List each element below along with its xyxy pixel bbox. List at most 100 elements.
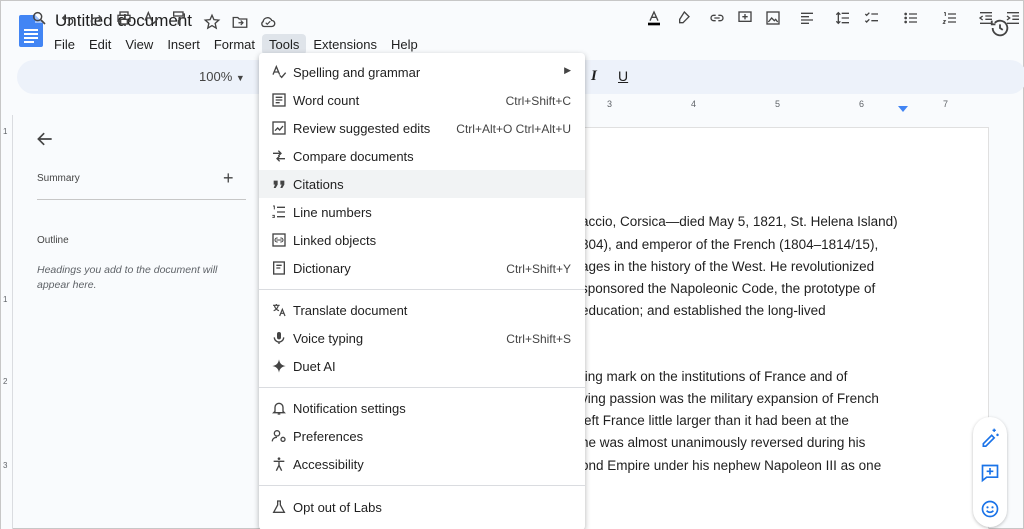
star-icon[interactable] xyxy=(203,13,221,31)
ruler-mark: 6 xyxy=(859,99,865,109)
menu-item-label: Voice typing xyxy=(293,331,364,346)
accessibility-icon xyxy=(271,456,287,472)
menu-item-preferences[interactable]: Preferences xyxy=(259,422,585,450)
menu-item-opt-out-labs[interactable]: Opt out of Labs xyxy=(259,493,585,521)
quote-icon xyxy=(271,176,287,192)
back-arrow-icon[interactable] xyxy=(35,129,55,149)
menu-item-word-count[interactable]: Word count Ctrl+Shift+C xyxy=(259,86,585,114)
document-line: he was almost unanimously reversed durin… xyxy=(581,435,866,450)
add-summary-button[interactable]: + xyxy=(223,169,234,187)
bulleted-list-icon[interactable] xyxy=(903,10,919,26)
ruler-mark: 5 xyxy=(775,99,781,109)
cloud-saved-icon[interactable] xyxy=(259,13,277,31)
menu-item-compare-documents[interactable]: Compare documents xyxy=(259,142,585,170)
menu-help[interactable]: Help xyxy=(384,34,425,55)
menu-item-dictionary[interactable]: Dictionary Ctrl+Shift+Y xyxy=(259,254,585,282)
paint-format-icon[interactable] xyxy=(171,10,187,26)
ruler-mark: 7 xyxy=(943,99,949,109)
add-comment-side-icon[interactable] xyxy=(980,463,1000,483)
spellcheck-toolbar-icon[interactable] xyxy=(143,10,159,26)
document-line: ond Empire under his nephew Napoleon III… xyxy=(581,458,882,473)
zoom-value: 100% xyxy=(199,69,233,84)
chevron-down-icon: ▼ xyxy=(235,73,245,83)
compare-icon xyxy=(271,148,287,164)
outline-heading: Outline xyxy=(37,235,69,246)
text-color-icon[interactable] xyxy=(646,10,662,26)
divider xyxy=(37,199,246,200)
menu-format[interactable]: Format xyxy=(207,34,262,55)
menu-item-label: Notification settings xyxy=(293,401,406,416)
sparkle-icon xyxy=(271,358,287,374)
print-icon[interactable] xyxy=(116,10,132,26)
menu-item-linked-objects[interactable]: Linked objects xyxy=(259,226,585,254)
document-line: left France little larger than it had be… xyxy=(581,413,849,428)
menu-item-translate-document[interactable]: Translate document xyxy=(259,296,585,324)
menu-item-spelling-grammar[interactable]: Spelling and grammar ▶ xyxy=(259,58,585,86)
menu-item-citations[interactable]: Citations xyxy=(259,170,585,198)
checklist-icon[interactable] xyxy=(864,10,880,26)
right-indent-marker[interactable] xyxy=(898,106,908,112)
menu-divider xyxy=(259,485,585,486)
menu-insert[interactable]: Insert xyxy=(160,34,207,55)
document-line: ving passion was the military expansion … xyxy=(581,391,879,406)
undo-icon[interactable] xyxy=(60,10,76,26)
menu-item-line-numbers[interactable]: Line numbers xyxy=(259,198,585,226)
summary-heading: Summary xyxy=(37,173,80,184)
redo-icon[interactable] xyxy=(88,10,104,26)
bell-icon xyxy=(271,400,287,416)
review-edits-icon xyxy=(271,120,287,136)
menu-item-label: Linked objects xyxy=(293,233,377,248)
menu-item-shortcut: Ctrl+Alt+O Ctrl+Alt+U xyxy=(456,122,571,136)
line-spacing-icon[interactable] xyxy=(835,10,851,26)
emoji-reaction-icon[interactable] xyxy=(980,499,1000,519)
menu-item-shortcut: Ctrl+Shift+S xyxy=(506,332,571,346)
menu-item-label: Review suggested edits xyxy=(293,121,431,136)
document-line: ages in the history of the West. He revo… xyxy=(581,259,875,274)
flask-icon xyxy=(271,499,287,515)
menu-extensions[interactable]: Extensions xyxy=(306,34,384,55)
help-me-write-icon[interactable] xyxy=(980,427,1000,447)
insert-image-icon[interactable] xyxy=(765,10,781,26)
document-line: education; and established the long-live… xyxy=(581,303,826,318)
align-icon[interactable] xyxy=(799,10,815,26)
menu-item-label: Word count xyxy=(293,93,360,108)
menu-item-notification-settings[interactable]: Notification settings xyxy=(259,394,585,422)
dictionary-icon xyxy=(271,260,287,276)
menu-edit[interactable]: Edit xyxy=(82,34,118,55)
menu-divider xyxy=(259,387,585,388)
vertical-ruler[interactable]: 1 1 2 3 xyxy=(1,115,13,529)
underline-icon[interactable]: U xyxy=(618,68,634,84)
outline-hint: Headings you add to the document will ap… xyxy=(37,264,218,291)
document-line: accio, Corsica—died May 5, 1821, St. Hel… xyxy=(581,214,898,229)
move-folder-icon[interactable] xyxy=(231,13,249,31)
menu-item-label: Duet AI xyxy=(293,359,336,374)
decrease-indent-icon[interactable] xyxy=(978,10,994,26)
increase-indent-icon[interactable] xyxy=(1005,10,1021,26)
menu-view[interactable]: View xyxy=(118,34,160,55)
menu-item-duet-ai[interactable]: Duet AI xyxy=(259,352,585,380)
document-line: 804), and emperor of the French (1804–18… xyxy=(581,237,879,252)
submenu-arrow-icon: ▶ xyxy=(564,65,571,75)
search-menus-icon[interactable] xyxy=(31,10,47,26)
ruler-mark: 1 xyxy=(3,295,8,304)
ruler-mark: 3 xyxy=(607,99,613,109)
highlight-icon[interactable] xyxy=(675,10,691,26)
tools-menu: Spelling and grammar ▶ Word count Ctrl+S… xyxy=(259,53,585,529)
zoom-select[interactable]: 100% ▼ xyxy=(199,69,245,84)
side-actions-panel xyxy=(973,417,1007,527)
numbered-list-icon[interactable] xyxy=(942,10,958,26)
menu-file[interactable]: File xyxy=(47,34,82,55)
menu-item-accessibility[interactable]: Accessibility xyxy=(259,450,585,478)
menu-item-voice-typing[interactable]: Voice typing Ctrl+Shift+S xyxy=(259,324,585,352)
menu-item-label: Spelling and grammar xyxy=(293,65,421,80)
insert-link-icon[interactable] xyxy=(709,10,725,26)
add-comment-icon[interactable] xyxy=(737,10,753,26)
ruler-mark: 3 xyxy=(3,461,8,470)
menu-item-review-suggested-edits[interactable]: Review suggested edits Ctrl+Alt+O Ctrl+A… xyxy=(259,114,585,142)
italic-icon[interactable]: I xyxy=(591,68,607,84)
menu-tools[interactable]: Tools xyxy=(262,34,307,55)
horizontal-ruler[interactable]: 3 4 5 6 7 xyxy=(581,99,991,113)
menu-item-label: Preferences xyxy=(293,429,364,444)
ruler-mark: 2 xyxy=(3,377,8,386)
translate-icon xyxy=(271,302,287,318)
